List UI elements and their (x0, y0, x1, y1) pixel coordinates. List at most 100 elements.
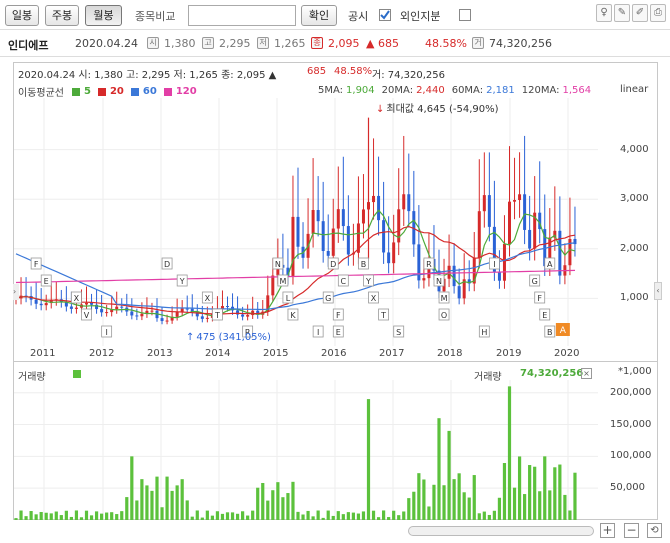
disclosure-marker: T (212, 308, 223, 321)
disclosure-marker: X (368, 291, 379, 304)
price-tick-label: 3,000 (620, 193, 649, 205)
price-tick-label: 2,000 (620, 242, 649, 254)
candle-body (135, 315, 139, 317)
volume-bar (59, 515, 63, 520)
volume-value: 74,320,256 (489, 37, 552, 50)
disclosure-marker-letter: F (336, 311, 341, 320)
disclosure-marker: E (40, 274, 52, 287)
zoom-in-button[interactable]: + (600, 523, 615, 538)
candle-body (361, 209, 365, 224)
candle-body (226, 306, 229, 308)
disclosure-marker-letter: E (336, 328, 341, 337)
volume-bar (417, 473, 421, 520)
volume-bar (200, 517, 204, 520)
disclosure-marker-letter: B (547, 328, 553, 337)
candle-body (115, 306, 119, 310)
disclosure-marker-letter: A (547, 260, 553, 269)
volume-bar (39, 511, 43, 520)
volume-close-button[interactable]: × (581, 368, 592, 379)
volume-bar (19, 510, 23, 520)
ma5-legend: 5 (84, 86, 91, 97)
disclosure-checkbox[interactable] (379, 9, 391, 21)
volume-tick-label: 100,000 (610, 450, 652, 462)
year-tick-label: 2017 (379, 348, 405, 359)
disclosure-marker-letter: I (317, 328, 319, 337)
confirm-button[interactable]: 확인 (301, 5, 337, 26)
volume-bar (145, 485, 149, 520)
disclosure-marker: V (81, 308, 92, 321)
candle-body (271, 275, 275, 296)
volume-bar (74, 510, 79, 520)
volume-bar (180, 479, 184, 520)
candle-body (336, 209, 340, 229)
volume-bar (14, 518, 18, 520)
price-axis: 4,000 3,000 2,000 1,000 (598, 98, 658, 346)
disclosure-marker-letter: D (330, 260, 336, 269)
candle-body (44, 303, 48, 306)
candle-body (457, 286, 461, 299)
close-value: 2,095 (328, 37, 360, 50)
zoom-out-button[interactable]: − (624, 523, 639, 538)
candle-body (346, 226, 350, 255)
candle-body (422, 278, 426, 281)
right-collapse-handle[interactable]: ‹ (654, 282, 662, 300)
chart-header-ohlc: 2020.04.24 시: 1,380 고: 2,295 저: 1,265 종:… (18, 70, 277, 81)
volume-bar (155, 476, 159, 520)
price-chart: FEXVIDYXTRNMLKIDCGFEBYXTSRNMOHIGFEBAA (14, 98, 598, 346)
daily-button[interactable]: 일봉 (5, 5, 39, 26)
chart-header-change: 685 (307, 66, 327, 77)
stock-name: 인디에프 (8, 39, 49, 52)
candle-body (452, 265, 456, 287)
volume-bar (512, 487, 517, 520)
reset-button[interactable]: ⟲ (647, 523, 662, 538)
candle-body (482, 195, 486, 212)
volume-bar (100, 513, 104, 520)
left-collapse-handle[interactable]: › (13, 284, 19, 300)
volume-bar (371, 510, 376, 520)
volume-bar (427, 506, 431, 520)
foreign-checkbox[interactable] (459, 9, 471, 21)
print-icon[interactable]: ⎙ (650, 4, 666, 22)
scale-label[interactable]: linear (620, 84, 648, 95)
ma5-value: 1,904 (346, 85, 375, 96)
volume-bar (351, 512, 355, 520)
candle-body (165, 320, 169, 322)
monthly-button[interactable]: 월봉 (85, 5, 122, 26)
disclosure-marker-letter: C (341, 277, 347, 286)
candle-body (508, 201, 511, 244)
volume-bar (533, 466, 537, 520)
horizontal-scrollbar[interactable] (408, 526, 594, 536)
disclosure-marker: D (327, 257, 339, 270)
volume-bar (366, 399, 371, 520)
disclosure-marker-letter: S (396, 328, 401, 337)
year-tick-label: 2019 (496, 348, 522, 359)
candle-body (241, 314, 245, 317)
disclosure-marker-letter: X (371, 294, 377, 303)
pencil-icon[interactable]: ✐ (632, 4, 648, 22)
compare-input[interactable] (188, 5, 296, 26)
toolbar-divider (0, 29, 670, 30)
change-pct: 48.58% (425, 37, 467, 50)
disclosure-marker: F (30, 257, 42, 270)
stock-date: 2020.04.24 (75, 37, 138, 50)
disclosure-marker-letter: T (214, 311, 220, 320)
volume-bar (311, 516, 315, 520)
disclosure-marker: I (101, 325, 113, 338)
disclosure-marker: D (161, 257, 173, 270)
disclosure-marker: I (488, 257, 500, 270)
volume-bar (502, 463, 507, 520)
bulb-icon[interactable]: ♀ (596, 4, 612, 22)
eraser-icon[interactable]: ✎ (614, 4, 630, 22)
volume-bar (49, 513, 53, 520)
disclosure-marker-letter: N (436, 277, 442, 286)
candle-body (246, 315, 250, 317)
volume-bar (517, 456, 522, 520)
ma-values: 5MA: 1,904 20MA: 2,440 60MA: 2,181 120MA… (318, 85, 591, 96)
volume-bar (341, 514, 345, 520)
time-axis-divider (13, 361, 658, 362)
volume-bar (301, 514, 305, 520)
weekly-button[interactable]: 주봉 (45, 5, 79, 26)
check-icon (380, 10, 390, 20)
candle-body (34, 299, 38, 304)
disclosure-marker: E (332, 325, 344, 338)
